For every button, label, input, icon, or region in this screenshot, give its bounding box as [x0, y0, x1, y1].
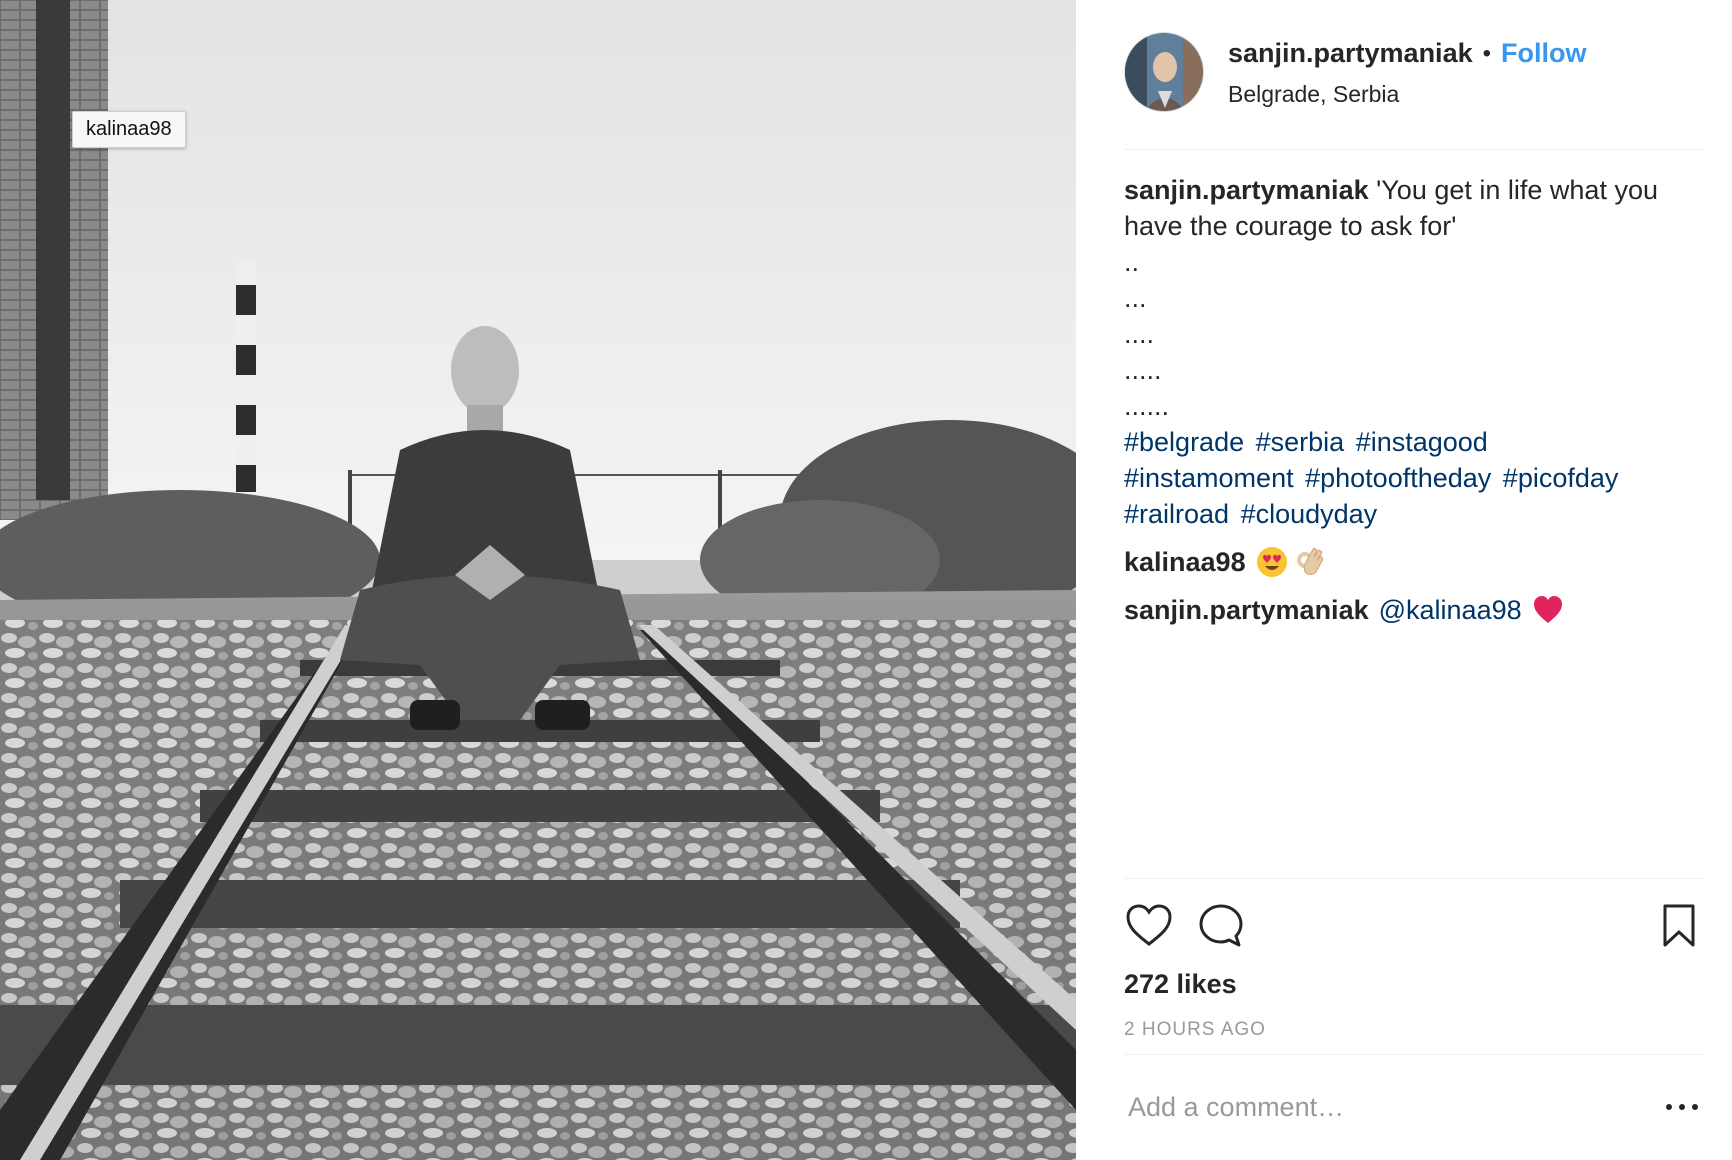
- railroad-photo: [0, 0, 1076, 1160]
- post-header: sanjin.partymaniak • Follow Belgrade, Se…: [1124, 30, 1704, 150]
- ok-hand-emoji-icon: [1296, 547, 1324, 575]
- comments-section: sanjin.partymaniak 'You get in life what…: [1124, 172, 1704, 628]
- post-side-panel: sanjin.partymaniak • Follow Belgrade, Se…: [1076, 0, 1732, 1160]
- caption-dots-line: ......: [1124, 391, 1170, 421]
- comment-username[interactable]: sanjin.partymaniak: [1124, 592, 1369, 628]
- caption-dots-line: .....: [1124, 355, 1162, 385]
- comment-item: kalinaa98: [1124, 544, 1704, 580]
- hashtag-link[interactable]: #railroad: [1124, 499, 1229, 529]
- caption-username[interactable]: sanjin.partymaniak: [1124, 175, 1369, 205]
- hashtag-link[interactable]: #instamoment: [1124, 463, 1294, 493]
- caption: sanjin.partymaniak 'You get in life what…: [1124, 172, 1704, 244]
- comment-item: sanjin.partymaniak @kalinaa98: [1124, 592, 1704, 628]
- hashtag-link[interactable]: #belgrade: [1124, 427, 1244, 457]
- comment-button[interactable]: [1196, 901, 1246, 951]
- follow-button[interactable]: Follow: [1501, 38, 1586, 69]
- likes-count[interactable]: 272 likes: [1124, 969, 1237, 1000]
- hashtag-link[interactable]: #serbia: [1256, 427, 1345, 457]
- bookmark-icon: [1663, 904, 1695, 947]
- red-heart-emoji-icon: [1533, 596, 1562, 623]
- post-photo[interactable]: kalinaa98: [0, 0, 1076, 1160]
- save-button[interactable]: [1654, 901, 1704, 951]
- caption-dots-line: ....: [1124, 319, 1155, 349]
- comment-username[interactable]: kalinaa98: [1124, 544, 1246, 580]
- post-timestamp[interactable]: 2 HOURS AGO: [1124, 1019, 1266, 1041]
- comment-bubble-icon: [1199, 904, 1243, 947]
- comment-form: [1124, 1054, 1704, 1160]
- more-options-icon[interactable]: [1664, 1095, 1700, 1119]
- like-button[interactable]: [1124, 901, 1174, 951]
- heart-eyes-emoji-icon: [1256, 547, 1287, 577]
- author-username[interactable]: sanjin.partymaniak: [1228, 38, 1473, 69]
- location-link[interactable]: Belgrade, Serbia: [1228, 81, 1698, 108]
- hashtag-link[interactable]: #picofday: [1503, 463, 1619, 493]
- hashtag-link[interactable]: #instagood: [1356, 427, 1488, 457]
- avatar-photo-icon: [1125, 33, 1203, 111]
- photo-user-tag[interactable]: kalinaa98: [72, 111, 186, 148]
- header-text: sanjin.partymaniak • Follow Belgrade, Se…: [1228, 38, 1698, 108]
- heart-outline-icon: [1126, 904, 1172, 946]
- header-separator: •: [1482, 39, 1492, 67]
- post-actions: 272 likes 2 HOURS AGO: [1124, 878, 1704, 1054]
- comment-input[interactable]: [1128, 1085, 1608, 1129]
- caption-dots-line: ...: [1124, 283, 1147, 313]
- avatar[interactable]: [1124, 32, 1204, 112]
- hashtag-link[interactable]: #photooftheday: [1305, 463, 1491, 493]
- comment-mention-link[interactable]: @kalinaa98: [1379, 592, 1522, 628]
- hashtags: #belgrade #serbia #instagood #instamomen…: [1124, 424, 1704, 532]
- caption-dots-line: ..: [1124, 247, 1140, 277]
- header-title-line: sanjin.partymaniak • Follow: [1228, 38, 1698, 69]
- hashtag-link[interactable]: #cloudyday: [1241, 499, 1378, 529]
